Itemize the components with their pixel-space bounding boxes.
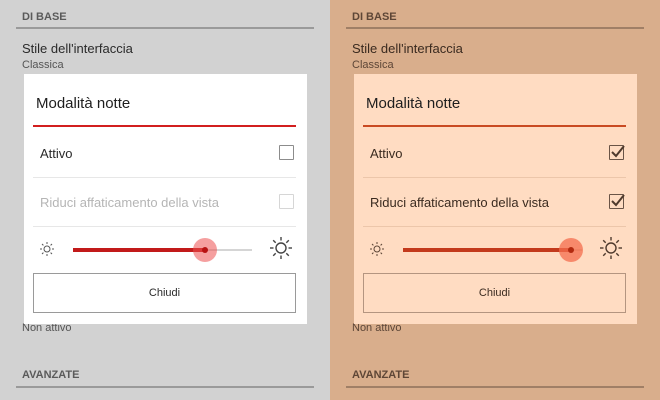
option-reduce-eye-strain: Riduci affaticamento della vista	[33, 178, 296, 227]
pref-value: Classica	[352, 59, 394, 71]
sun-small-icon	[40, 242, 54, 256]
close-button[interactable]: Chiudi	[363, 273, 626, 313]
option-attivo[interactable]: Attivo	[33, 129, 296, 178]
check-icon	[611, 145, 625, 158]
option-label: Attivo	[40, 146, 73, 161]
dialog-title-divider	[363, 125, 626, 127]
brightness-slider-row	[33, 227, 296, 272]
option-label: Attivo	[370, 146, 403, 161]
close-button[interactable]: Chiudi	[33, 273, 296, 313]
option-reduce-eye-strain[interactable]: Riduci affaticamento della vista	[363, 178, 626, 227]
brightness-slider-row	[363, 227, 626, 272]
option-label: Riduci affaticamento della vista	[370, 195, 549, 210]
dialog-title: Modalità notte	[366, 95, 461, 112]
check-icon	[611, 194, 625, 207]
sun-large-icon	[270, 237, 292, 259]
section-header-advanced: AVANZATE	[352, 369, 410, 381]
brightness-slider[interactable]	[73, 238, 252, 262]
section-divider	[16, 27, 314, 29]
section-header-basic: DI BASE	[352, 11, 397, 23]
section-divider	[346, 27, 644, 29]
pref-title: Stile dell'interfaccia	[22, 41, 133, 56]
sun-small-icon	[370, 242, 384, 256]
slider-fill	[73, 248, 206, 252]
option-label: Riduci affaticamento della vista	[40, 195, 219, 210]
brightness-slider[interactable]	[403, 238, 584, 262]
sun-large-icon	[600, 237, 622, 259]
night-mode-dialog: Modalità notte Attivo Riduci affaticamen…	[24, 74, 307, 324]
section-divider	[16, 386, 314, 388]
settings-screen-night-off: DI BASE Stile dell'interfaccia Classica …	[0, 0, 330, 400]
dialog-title: Modalità notte	[36, 95, 131, 112]
night-mode-dialog: Modalità notte Attivo Riduci affaticamen…	[354, 74, 637, 324]
slider-fill	[403, 248, 572, 252]
section-header-basic: DI BASE	[22, 11, 67, 23]
section-header-advanced: AVANZATE	[22, 369, 80, 381]
section-divider	[346, 386, 644, 388]
dialog-title-divider	[33, 125, 296, 127]
attivo-checkbox[interactable]	[609, 145, 625, 160]
settings-screen-night-on: DI BASE Stile dell'interfaccia Classica …	[330, 0, 660, 400]
attivo-checkbox[interactable]	[279, 145, 294, 160]
reduce-eye-strain-checkbox[interactable]	[609, 194, 625, 209]
option-attivo[interactable]: Attivo	[363, 129, 626, 178]
reduce-eye-strain-checkbox	[279, 194, 294, 209]
pref-value: Classica	[22, 59, 64, 71]
pref-title: Stile dell'interfaccia	[352, 41, 463, 56]
